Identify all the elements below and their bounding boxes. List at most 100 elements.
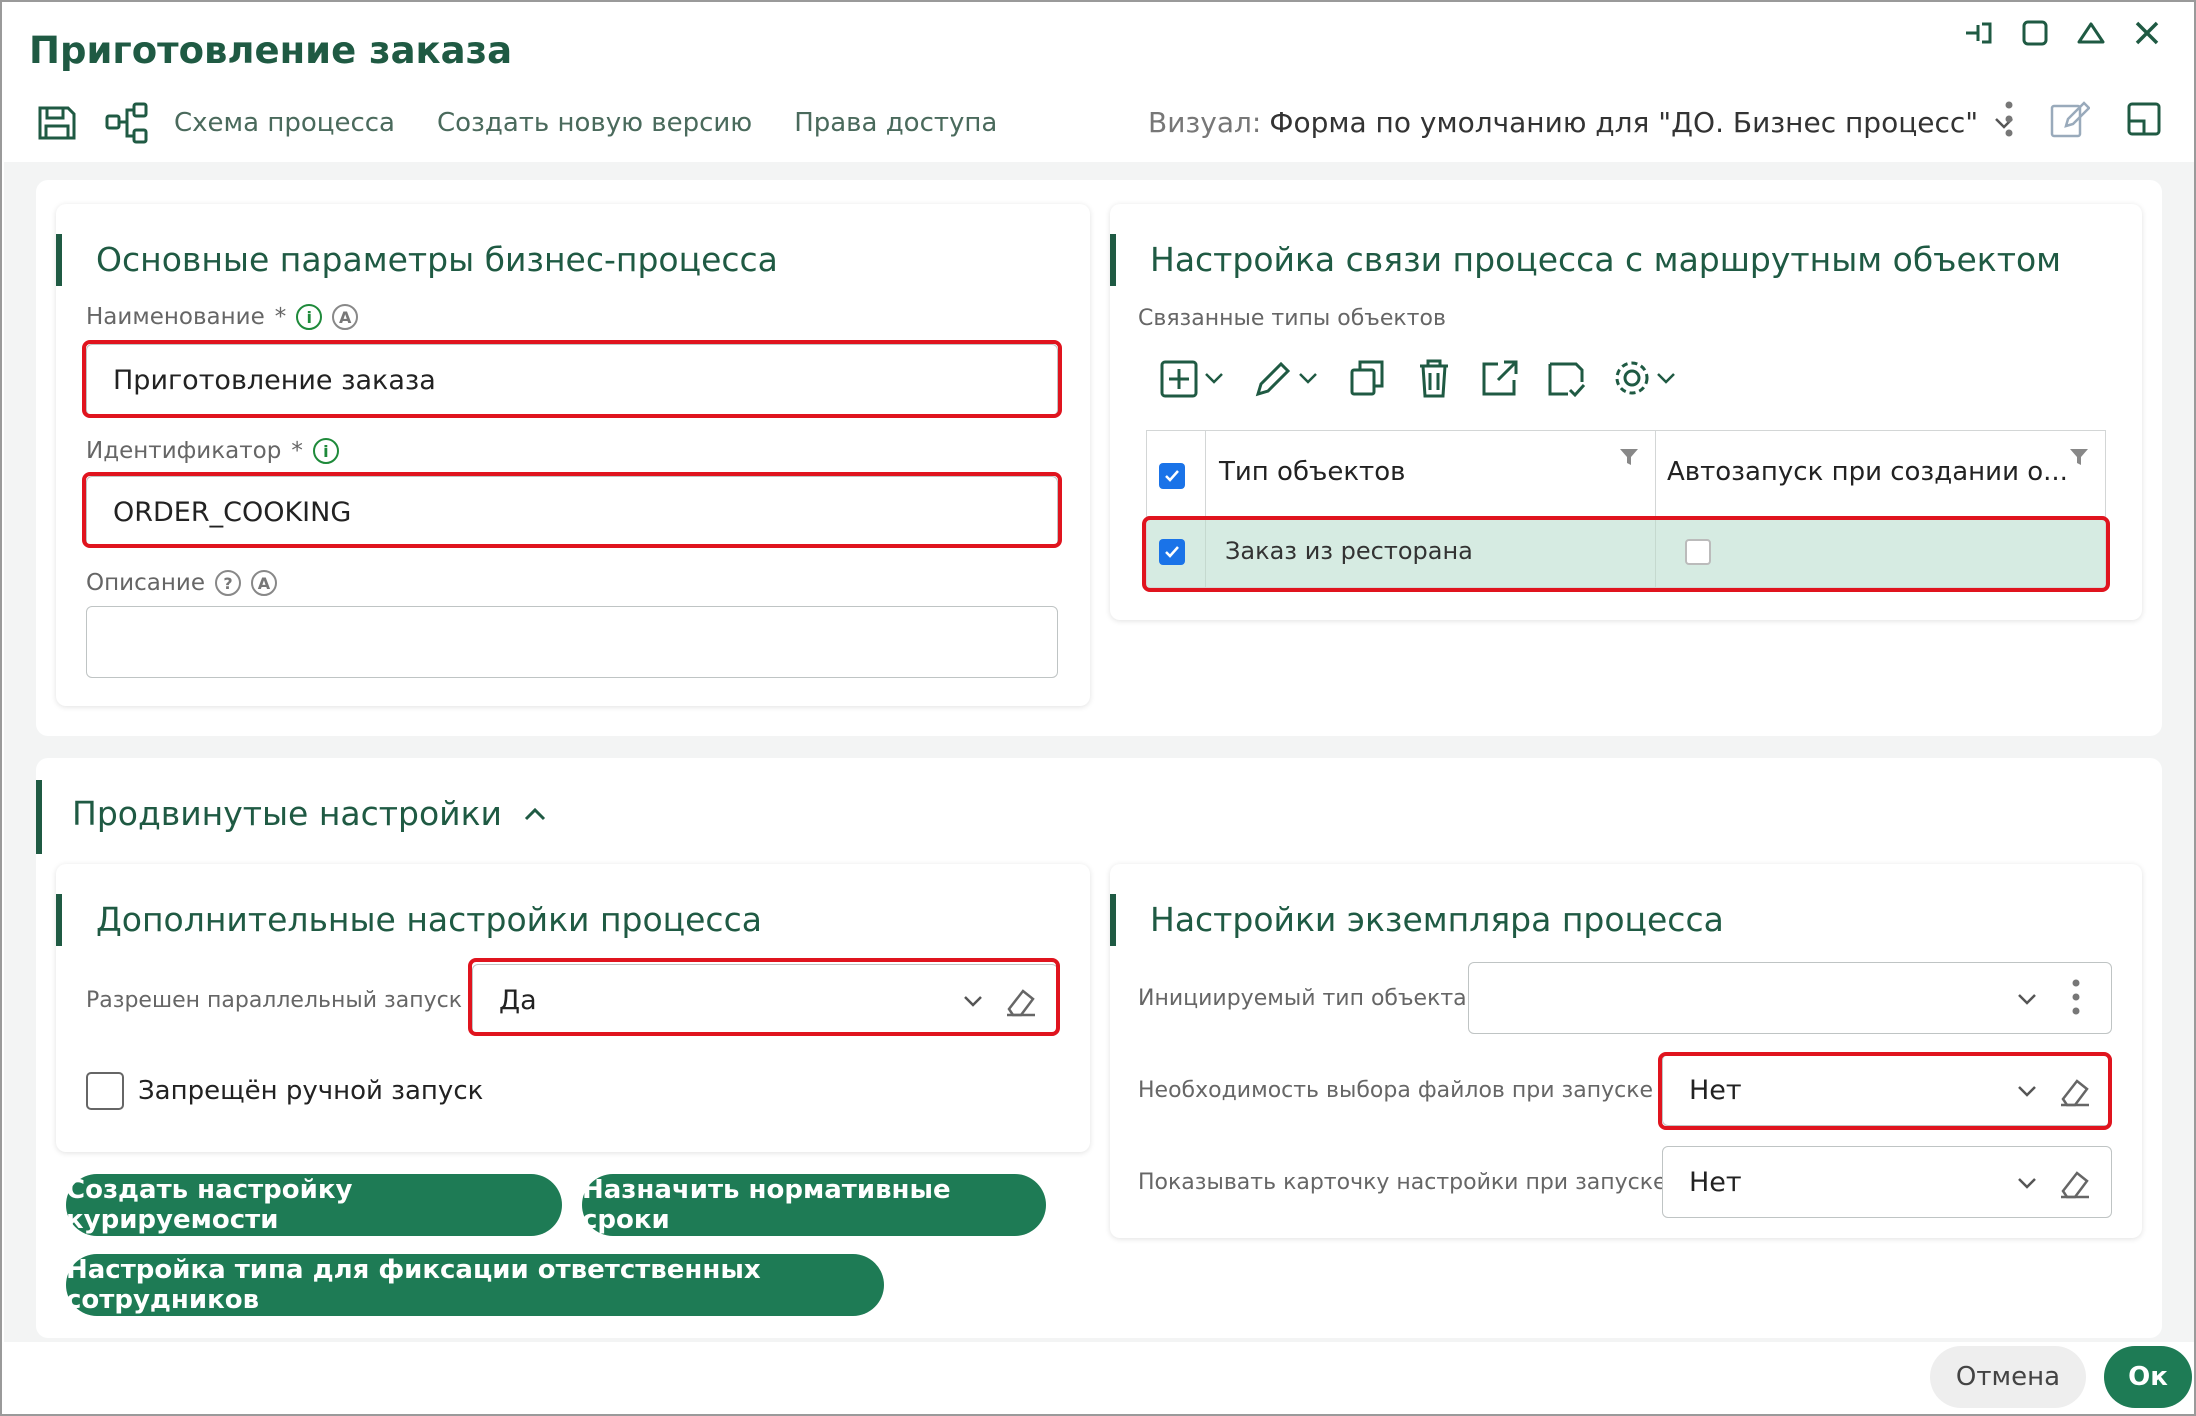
eraser-icon[interactable] xyxy=(1003,983,1039,1019)
parallel-select[interactable]: Да xyxy=(472,964,1058,1036)
open-external-icon[interactable] xyxy=(1478,356,1522,400)
id-input[interactable]: ORDER_COOKING xyxy=(86,476,1058,548)
col-divider xyxy=(1205,431,1206,516)
col-divider xyxy=(1205,517,1206,587)
help-icon[interactable]: ? xyxy=(214,570,241,596)
info-icon[interactable]: i xyxy=(312,438,339,464)
cancel-button[interactable]: Отмена xyxy=(1930,1346,2086,1408)
row-checkbox[interactable] xyxy=(1159,539,1185,565)
name-label: Наименование xyxy=(86,304,265,330)
edit-icon[interactable] xyxy=(1252,356,1324,400)
name-input[interactable]: Приготовление заказа xyxy=(86,344,1058,416)
parallel-value: Да xyxy=(499,984,537,1016)
id-value: ORDER_COOKING xyxy=(113,496,352,528)
chevron-up-icon xyxy=(524,807,546,820)
add-icon[interactable] xyxy=(1158,356,1230,400)
instance-settings-card: Настройки экземпляра процесса Инициируем… xyxy=(1110,864,2142,1238)
files-select[interactable]: Нет xyxy=(1662,1054,2112,1126)
responsible-type-button[interactable]: Настройка типа для фиксации ответственны… xyxy=(66,1254,884,1316)
route-object-title: Настройка связи процесса с маршрутным об… xyxy=(1110,234,2061,286)
col-header-type[interactable]: Тип объектов xyxy=(1219,457,1405,487)
eraser-icon[interactable] xyxy=(2057,1073,2093,1109)
advanced-accent xyxy=(36,780,42,854)
advanced-header[interactable]: Продвинутые настройки xyxy=(72,794,550,833)
window-controls xyxy=(1962,16,2164,50)
maximize-icon[interactable] xyxy=(2018,16,2052,50)
filter-icon[interactable] xyxy=(2067,445,2091,469)
card-value: Нет xyxy=(1689,1166,1742,1198)
auto-icon[interactable]: A xyxy=(332,304,359,330)
basic-params-card: Основные параметры бизнес-процесса Наиме… xyxy=(56,204,1090,706)
advanced-title: Продвинутые настройки xyxy=(72,794,502,833)
create-curation-button[interactable]: Создать настройку курируемости xyxy=(66,1174,562,1236)
table-row[interactable]: Заказ из ресторана xyxy=(1147,517,2105,587)
files-label: Необходимость выбора файлов при запуске xyxy=(1138,1078,1654,1103)
process-scheme-link[interactable]: Схема процесса xyxy=(174,108,395,138)
new-version-link[interactable]: Создать новую версию xyxy=(437,108,752,138)
check-icon xyxy=(1165,470,1179,482)
visual-label: Визуал: xyxy=(1148,106,1262,139)
assign-deadlines-button[interactable]: Назначить нормативные сроки xyxy=(582,1174,1046,1236)
access-rights-link[interactable]: Права доступа xyxy=(794,108,997,138)
extra-settings-card: Дополнительные настройки процесса Разреш… xyxy=(56,864,1090,1152)
required-mark: * xyxy=(291,438,303,464)
chevron-down-icon[interactable] xyxy=(2013,1077,2041,1105)
id-label-row: Идентификатор * i xyxy=(86,438,339,464)
ok-button[interactable]: Ок xyxy=(2104,1346,2192,1408)
visual-selector[interactable]: Визуал: Форма по умолчанию для "ДО. Бизн… xyxy=(1148,106,2018,139)
description-input[interactable] xyxy=(86,606,1058,678)
more-vertical-icon[interactable] xyxy=(2004,99,2014,139)
copy-icon[interactable] xyxy=(1346,356,1390,400)
row-autostart-checkbox[interactable] xyxy=(1685,539,1711,565)
route-object-card: Настройка связи процесса с маршрутным об… xyxy=(1110,204,2142,620)
col-divider xyxy=(1655,517,1656,587)
init-type-select[interactable] xyxy=(1468,962,2112,1034)
card-select[interactable]: Нет xyxy=(1662,1146,2112,1218)
auto-icon[interactable]: A xyxy=(250,570,277,596)
files-value: Нет xyxy=(1689,1074,1742,1106)
edit-form-icon[interactable] xyxy=(2048,98,2090,140)
manual-launch-row[interactable]: Запрещён ручной запуск xyxy=(86,1072,483,1110)
linked-types-grid: Тип объектов Автозапуск при создании о..… xyxy=(1146,430,2106,588)
info-icon[interactable]: i xyxy=(296,304,323,330)
chevron-down-icon[interactable] xyxy=(2013,1169,2041,1197)
toolbar-right-icons xyxy=(2004,98,2164,140)
pin-icon[interactable] xyxy=(1962,16,1996,50)
check-icon xyxy=(1165,546,1179,558)
id-label: Идентификатор xyxy=(86,438,282,464)
settings-gear-icon[interactable] xyxy=(1610,356,1682,400)
select-all-checkbox[interactable] xyxy=(1159,463,1185,489)
extra-settings-title: Дополнительные настройки процесса xyxy=(56,894,762,946)
init-type-label: Инициируемый тип объекта xyxy=(1138,986,1467,1011)
grid-toolbar xyxy=(1158,356,1682,400)
main-toolbar: Схема процесса Создать новую версию Прав… xyxy=(34,98,1039,148)
collapse-icon[interactable] xyxy=(2074,16,2108,50)
visual-value: Форма по умолчанию для "ДО. Бизнес проце… xyxy=(1269,106,1979,139)
save-icon[interactable] xyxy=(34,100,80,146)
desc-label-row: Описание ? A xyxy=(86,570,277,596)
linked-types-label: Связанные типы объектов xyxy=(1138,306,1446,331)
delete-icon[interactable] xyxy=(1412,356,1456,400)
parallel-label: Разрешен параллельный запуск xyxy=(86,988,462,1013)
col-header-autostart[interactable]: Автозапуск при создании о... xyxy=(1667,457,2068,487)
instance-settings-title: Настройки экземпляра процесса xyxy=(1110,894,1724,946)
dialog-window: Приготовление заказа Схема процесса Созд… xyxy=(0,0,2196,1416)
more-vertical-icon[interactable] xyxy=(2071,977,2081,1017)
close-icon[interactable] xyxy=(2130,16,2164,50)
required-mark: * xyxy=(274,304,287,330)
manual-launch-label: Запрещён ручной запуск xyxy=(138,1076,484,1106)
basic-params-title: Основные параметры бизнес-процесса xyxy=(56,234,778,286)
filter-icon[interactable] xyxy=(1617,445,1641,469)
desc-label: Описание xyxy=(86,570,205,596)
manual-launch-checkbox[interactable] xyxy=(86,1072,124,1110)
col-divider xyxy=(1655,431,1656,516)
row-type-cell: Заказ из ресторана xyxy=(1225,537,1473,565)
save-settings-icon[interactable] xyxy=(1544,356,1588,400)
chevron-down-icon[interactable] xyxy=(959,987,987,1015)
name-label-row: Наименование * i A xyxy=(86,304,359,330)
eraser-icon[interactable] xyxy=(2057,1165,2093,1201)
grid-header: Тип объектов Автозапуск при создании о..… xyxy=(1147,431,2105,517)
process-scheme-icon[interactable] xyxy=(104,100,150,146)
layout-icon[interactable] xyxy=(2124,99,2164,139)
chevron-down-icon[interactable] xyxy=(2013,985,2041,1013)
